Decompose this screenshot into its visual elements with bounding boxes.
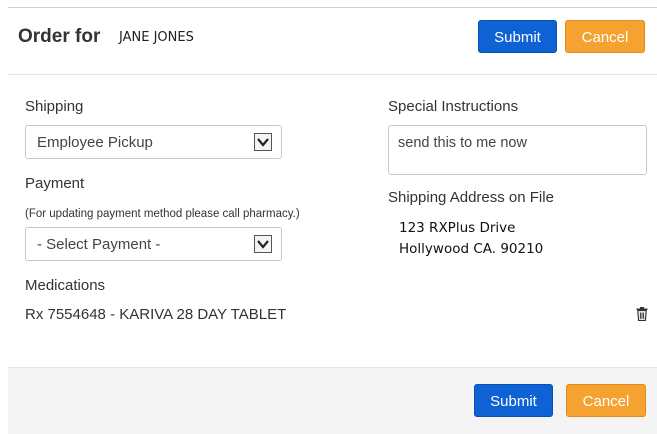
- page-title: Order for: [18, 26, 101, 47]
- shipping-selected-value: Employee Pickup: [37, 134, 153, 151]
- special-instructions-input[interactable]: send this to me now: [388, 125, 647, 175]
- medication-item: Rx 7554648 - KARIVA 28 DAY TABLET: [25, 306, 287, 323]
- submit-button-bottom[interactable]: Submit: [474, 384, 553, 417]
- payment-selected-value: - Select Payment -: [37, 236, 161, 253]
- special-instructions-value: send this to me now: [398, 135, 527, 151]
- shipping-select[interactable]: Employee Pickup: [25, 125, 282, 159]
- medications-label: Medications: [25, 277, 106, 294]
- address-line1: 123 RXPlus Drive: [399, 220, 516, 236]
- cancel-button-top[interactable]: Cancel: [565, 20, 645, 53]
- chevron-down-icon: [254, 133, 272, 151]
- address-line2: Hollywood CA. 90210: [399, 241, 544, 257]
- patient-name: JANE JONES: [119, 30, 194, 45]
- shipping-label: Shipping: [25, 98, 84, 115]
- order-dialog: Order for JANE JONES Submit Cancel Shipp…: [0, 0, 657, 434]
- payment-label: Payment: [25, 175, 85, 192]
- submit-button-top[interactable]: Submit: [478, 20, 557, 53]
- dialog-header: [8, 8, 657, 75]
- chevron-down-icon: [254, 235, 272, 253]
- payment-note: (For updating payment method please call…: [25, 208, 300, 220]
- trash-icon[interactable]: [636, 307, 648, 322]
- cancel-button-bottom[interactable]: Cancel: [566, 384, 646, 417]
- dialog-footer: [8, 367, 657, 434]
- payment-select[interactable]: - Select Payment -: [25, 227, 282, 261]
- special-instructions-label: Special Instructions: [388, 98, 519, 115]
- shipping-address: 123 RXPlus Drive Hollywood CA. 90210: [399, 218, 543, 260]
- address-label: Shipping Address on File: [388, 189, 554, 206]
